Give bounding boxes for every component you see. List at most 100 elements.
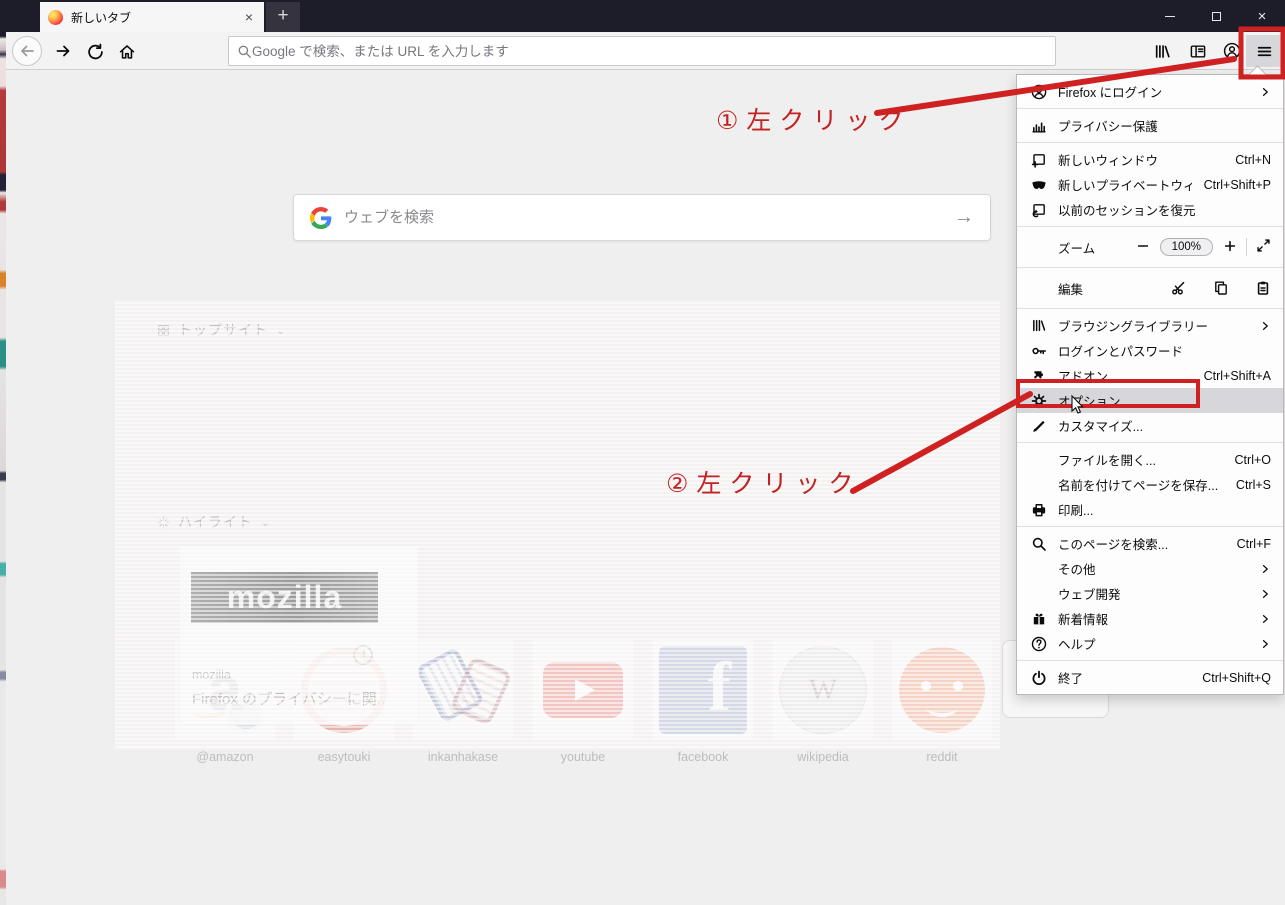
highlight-title: Firefox のプライバシーに関.. — [192, 691, 386, 708]
web-search-input[interactable] — [344, 209, 954, 226]
url-bar[interactable] — [228, 36, 1056, 66]
brush-icon — [1030, 418, 1047, 434]
menu-separator — [1017, 267, 1283, 268]
search-icon — [238, 45, 251, 58]
paste-button[interactable] — [1255, 280, 1271, 296]
tab-title: 新しいタブ — [71, 10, 132, 25]
cut-button[interactable] — [1171, 280, 1187, 296]
menu-item-options[interactable]: オプション — [1017, 388, 1283, 413]
google-logo-icon — [310, 206, 332, 229]
menu-separator — [1017, 526, 1283, 527]
fullscreen-button[interactable] — [1256, 238, 1271, 256]
menu-edit-row: 編集 — [1017, 272, 1283, 304]
search-submit-arrow-icon[interactable]: → — [954, 206, 974, 229]
chevron-down-icon: ⌄ — [276, 324, 287, 337]
menu-item-restore-session[interactable]: 以前のセッションを復元 — [1017, 197, 1283, 222]
menu-item-open-file[interactable]: ファイルを開く... Ctrl+O — [1017, 447, 1283, 472]
reddit-logo-icon — [892, 640, 992, 740]
minimize-button[interactable] — [1147, 0, 1193, 32]
privacy-chart-icon — [1030, 118, 1047, 134]
home-icon — [119, 44, 135, 59]
window-controls: × — [1147, 0, 1285, 32]
menu-item-find-in-page[interactable]: このページを検索... Ctrl+F — [1017, 531, 1283, 556]
menu-item-web-developer[interactable]: ウェブ開発 — [1017, 581, 1283, 606]
tab-close-icon[interactable]: × — [242, 9, 256, 25]
gear-icon — [1030, 393, 1047, 409]
home-button[interactable] — [112, 32, 142, 70]
browser-tab[interactable]: 新しいタブ × — [40, 2, 264, 32]
new-tab-button[interactable]: + — [266, 2, 300, 32]
top-sites-heading: トップサイト ⌄ — [157, 320, 286, 340]
zoom-out-button[interactable] — [1136, 239, 1150, 256]
gift-icon — [1030, 611, 1047, 627]
clock-icon — [353, 645, 373, 665]
zoom-in-button[interactable] — [1223, 239, 1237, 256]
menu-item-whats-new[interactable]: 新着情報 — [1017, 606, 1283, 631]
chevron-right-icon — [1259, 563, 1271, 575]
copy-button[interactable] — [1213, 280, 1229, 296]
menu-item-browsing-library[interactable]: ブラウジングライブラリー — [1017, 313, 1283, 338]
close-window-button[interactable]: × — [1239, 0, 1285, 32]
highlights-heading: ハイライト ⌄ — [157, 512, 271, 532]
highlight-source: mozilla — [192, 668, 231, 682]
top-site-wikipedia[interactable]: W wikipedia — [767, 640, 879, 764]
menu-button[interactable] — [1246, 35, 1282, 67]
newtab-search-box[interactable]: → — [293, 194, 991, 241]
account-button[interactable] — [1216, 32, 1248, 70]
app-menu-panel: Firefox にログイン プライバシー保護 新しいウィンドウ Ctrl+N 新… — [1016, 74, 1284, 695]
menu-item-customize[interactable]: カスタマイズ... — [1017, 413, 1283, 438]
menu-item-firefox-login[interactable]: Firefox にログイン — [1017, 79, 1283, 104]
firefox-window: 新しいタブ × + × Google で検索、または URL を入力します ウェ… — [0, 0, 1285, 905]
question-icon — [1030, 636, 1047, 652]
menu-separator — [1017, 142, 1283, 143]
wikipedia-logo-icon: W — [773, 640, 873, 740]
library-icon — [1155, 44, 1170, 58]
menu-item-addons[interactable]: アドオン Ctrl+Shift+A — [1017, 363, 1283, 388]
hamburger-icon — [1257, 46, 1271, 56]
maximize-button[interactable] — [1193, 0, 1239, 32]
search-icon — [1030, 536, 1047, 552]
reload-icon — [87, 43, 103, 59]
menu-item-quit[interactable]: 終了 Ctrl+Shift+Q — [1017, 665, 1283, 690]
chevron-right-icon — [1259, 588, 1271, 600]
menu-separator — [1017, 660, 1283, 661]
back-button[interactable] — [8, 32, 46, 70]
maximize-icon — [1211, 11, 1221, 21]
menu-item-logins-passwords[interactable]: ログインとパスワード — [1017, 338, 1283, 363]
titlebar: 新しいタブ × + × — [0, 0, 1285, 32]
sidebar-button[interactable] — [1182, 32, 1214, 70]
chevron-right-icon — [1259, 86, 1271, 98]
annotation-step1-label: ①左クリック — [716, 107, 912, 135]
menu-item-print[interactable]: 印刷... — [1017, 497, 1283, 522]
menu-separator — [1017, 226, 1283, 227]
new-window-icon — [1030, 152, 1047, 168]
library-button[interactable] — [1146, 32, 1178, 70]
menu-zoom-row: ズーム 100% — [1017, 231, 1283, 263]
library-icon — [1030, 318, 1047, 333]
top-site-youtube[interactable]: youtube — [527, 640, 639, 764]
account-icon — [1030, 84, 1047, 100]
url-input[interactable] — [252, 43, 1047, 59]
menu-item-help[interactable]: ヘルプ — [1017, 631, 1283, 656]
firefox-favicon-icon — [48, 9, 63, 25]
menu-item-privacy-protection[interactable]: プライバシー保護 — [1017, 113, 1283, 138]
reload-button[interactable] — [80, 32, 110, 70]
top-site-reddit[interactable]: reddit — [886, 640, 998, 764]
youtube-logo-icon — [533, 640, 633, 740]
menu-item-new-window[interactable]: 新しいウィンドウ Ctrl+N — [1017, 147, 1283, 172]
top-site-inkanhakase[interactable]: inkanhakase — [407, 640, 519, 764]
back-icon — [12, 36, 42, 66]
menu-item-more[interactable]: その他 — [1017, 556, 1283, 581]
menu-item-new-private-window[interactable]: 新しいプライベートウィンドウ Ctrl+Shift+P — [1017, 172, 1283, 197]
mozilla-thumbnail: mozilla — [191, 572, 378, 623]
restore-session-icon — [1030, 202, 1047, 218]
top-site-facebook[interactable]: facebook — [647, 640, 759, 764]
menu-item-save-page-as[interactable]: 名前を付けてページを保存... Ctrl+S — [1017, 472, 1283, 497]
power-icon — [1030, 670, 1047, 686]
forward-button[interactable] — [48, 32, 78, 70]
zoom-level-button[interactable]: 100% — [1159, 238, 1213, 256]
menu-separator — [1017, 442, 1283, 443]
minimize-icon — [1165, 15, 1175, 17]
highlights-icon — [157, 516, 170, 528]
forward-icon — [56, 45, 69, 57]
